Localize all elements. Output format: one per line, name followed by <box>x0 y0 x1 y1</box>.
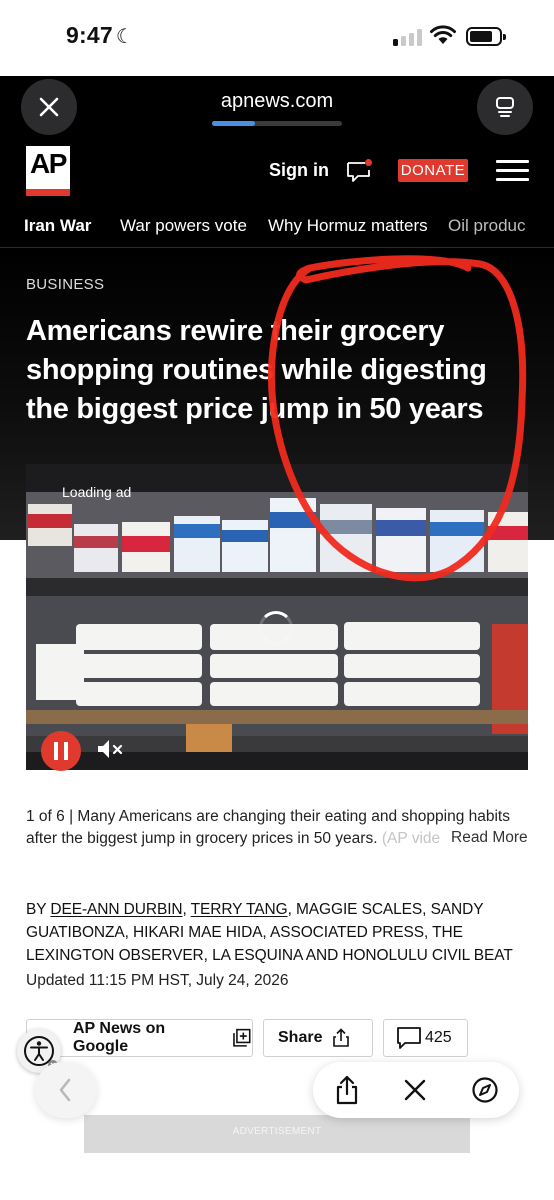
browser-toolbar: apnews.com <box>0 76 554 138</box>
moon-icon: ☾ <box>115 26 134 48</box>
site-header: AP Sign in DONATE <box>0 138 554 204</box>
share-icon[interactable] <box>333 1074 361 1106</box>
topic-link[interactable]: Iran War <box>24 216 91 236</box>
loading-spinner-icon <box>259 611 293 645</box>
topic-nav: Iran War War powers vote Why Hormuz matt… <box>0 204 554 248</box>
url-domain[interactable]: apnews.com <box>0 90 554 113</box>
chevron-left-icon <box>59 1078 71 1102</box>
battery-icon <box>466 27 506 46</box>
author-link[interactable]: DEE-ANN DURBIN <box>50 901 182 918</box>
back-button[interactable] <box>35 1062 97 1118</box>
advertisement-strip[interactable]: ADVERTISEMENT <box>84 1115 470 1153</box>
status-time: 9:47 ☾ <box>66 22 134 48</box>
article-actions: AP News on Google Share 425 <box>0 1019 554 1057</box>
hamburger-menu-icon[interactable] <box>496 160 529 182</box>
pause-button[interactable] <box>41 731 81 771</box>
cellular-signal-icon <box>393 28 423 46</box>
sign-in-link[interactable]: Sign in <box>269 160 329 181</box>
compass-icon[interactable] <box>471 1076 499 1104</box>
donate-button[interactable]: DONATE <box>398 159 468 182</box>
comments-button[interactable]: 425 <box>383 1019 468 1057</box>
topic-link[interactable]: Why Hormuz matters <box>268 216 428 236</box>
article-headline: Americans rewire their grocery shopping … <box>26 315 487 425</box>
topic-link[interactable]: Oil produc <box>448 216 525 236</box>
loading-ad-label: Loading ad <box>62 484 132 500</box>
status-bar: 9:47 ☾ <box>0 0 554 76</box>
advertisement-label: ADVERTISEMENT <box>232 1126 322 1137</box>
caption-counter: 1 of 6 <box>26 808 65 825</box>
share-icon <box>333 1028 350 1047</box>
topic-link[interactable]: War powers vote <box>120 216 247 236</box>
tabs-button[interactable] <box>477 79 533 135</box>
page-load-progress <box>212 121 342 126</box>
ap-logo[interactable]: AP <box>26 146 70 196</box>
comment-count: 425 <box>425 1029 452 1046</box>
chat-bubble-icon[interactable] <box>345 158 373 184</box>
mute-icon[interactable] <box>96 738 124 760</box>
caption-overflow: (AP vide <box>381 830 441 847</box>
add-icon <box>233 1028 251 1047</box>
byline: BY DEE-ANN DURBIN, TERRY TANG, MAGGIE SC… <box>26 901 513 964</box>
updated-timestamp: Updated 11:15 PM HST, July 24, 2026 <box>26 972 289 989</box>
browser-bottom-toolbar <box>313 1062 519 1118</box>
wifi-icon <box>430 25 456 44</box>
read-more-link[interactable]: Read More <box>448 829 528 847</box>
section-label[interactable]: BUSINESS <box>26 276 104 293</box>
tabs-icon <box>496 97 514 117</box>
comment-icon <box>397 1027 421 1049</box>
share-button[interactable]: Share <box>263 1019 373 1057</box>
close-icon[interactable] <box>403 1078 427 1102</box>
author-link[interactable]: TERRY TANG <box>191 901 288 918</box>
